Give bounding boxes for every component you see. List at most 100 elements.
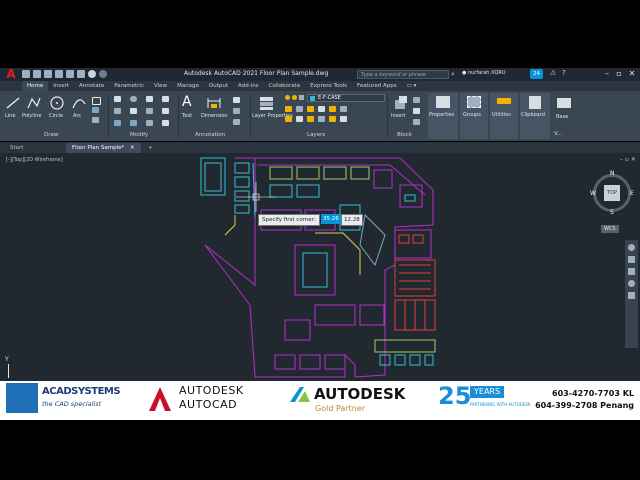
layer-on-icon[interactable] [285,95,290,100]
erase-icon[interactable] [162,96,169,102]
floor-plan-drawing[interactable] [195,155,445,379]
new-tab-icon[interactable]: + [142,143,159,153]
layer-thaw-icon[interactable] [329,116,336,122]
pan-icon[interactable] [628,256,635,263]
base-tool[interactable]: Base V... [552,93,578,139]
explode-icon[interactable] [162,108,169,114]
insert-button[interactable]: Insert [391,113,405,119]
layer-off-icon[interactable] [329,106,336,112]
tab-annotate[interactable]: Annotate [74,81,109,91]
ribbon-options-icon[interactable]: ▭ ▾ [402,81,422,91]
scale-icon[interactable] [130,120,137,126]
viewcube-north[interactable]: N [610,170,615,177]
utilities-tool[interactable]: Utilities [490,93,518,139]
save-icon[interactable] [44,70,52,78]
hatch-icon[interactable] [92,107,99,113]
table-icon[interactable] [233,108,240,114]
showmotion-icon[interactable] [628,292,635,299]
array-icon[interactable] [146,120,153,126]
layer-walk-icon[interactable] [340,106,347,112]
search-input[interactable]: Type a keyword or phrase [357,70,449,79]
tab-manage[interactable]: Manage [172,81,204,91]
autocad-logo-icon[interactable]: A [2,68,20,81]
edit-block-icon[interactable] [413,108,420,114]
layer-properties-button[interactable]: Layer Properties [252,113,293,119]
binoculars-icon[interactable]: ⌕ [451,70,455,79]
offset-icon[interactable] [162,120,169,126]
tab-home[interactable]: Home [22,81,49,91]
open-icon[interactable] [33,70,41,78]
tab-add-ins[interactable]: Add-ins [233,81,264,91]
layer-freeze-tool-icon[interactable] [285,116,292,122]
groups-tool[interactable]: Groups [460,93,488,139]
cart-icon[interactable]: ⚠ [550,69,556,77]
layer-isolate-icon[interactable] [307,106,314,112]
arc-icon[interactable] [71,96,87,110]
markup-icon[interactable] [233,119,240,125]
properties-tool[interactable]: Properties [428,93,458,139]
layer-freeze-icon[interactable] [292,95,297,100]
draw-panel-label[interactable]: Draw [44,132,58,138]
stretch-icon[interactable] [114,120,121,126]
layer-previous-icon[interactable] [296,106,303,112]
x-coordinate-input[interactable]: 35.26 [321,214,341,224]
undo-icon[interactable] [88,70,96,78]
layer-delete-icon[interactable] [318,116,325,122]
line-icon[interactable] [5,96,21,110]
move-icon[interactable] [114,96,121,102]
polyline-icon[interactable] [26,96,42,110]
tab-parametric[interactable]: Parametric [109,81,149,91]
wcs-menu[interactable]: WCS [601,225,619,233]
circle-icon[interactable] [49,96,65,110]
edit-attributes-icon[interactable] [413,119,420,125]
layer-merge-icon[interactable] [307,116,314,122]
layer-properties-icon[interactable] [258,95,276,111]
dimension-button[interactable]: Dimension [201,113,228,119]
circle-button[interactable]: Circle [49,113,63,119]
user-account[interactable]: ● nurfarah.XQRU [462,70,506,76]
layer-lock-tool-icon[interactable] [296,116,303,122]
layer-dropdown[interactable]: E-F-CASE [307,94,385,102]
trim-icon[interactable] [146,96,153,102]
insert-block-icon[interactable] [393,95,409,111]
view-panel-label[interactable]: V... [554,131,562,137]
viewcube-south[interactable]: S [610,209,614,216]
viewcube-top-face[interactable]: TOP [604,185,620,201]
orbit-icon[interactable] [628,280,635,287]
block-panel-label[interactable]: Block [397,132,412,138]
mirror-icon[interactable] [130,108,137,114]
steering-wheel-icon[interactable] [628,244,635,251]
tab-collaborate[interactable]: Collaborate [264,81,306,91]
clipboard-tool[interactable]: Clipboard [520,93,550,139]
rotate-icon[interactable] [130,96,137,102]
tab-featured-apps[interactable]: Featured Apps [352,81,402,91]
minimize-icon[interactable]: – [602,69,612,79]
dimension-icon[interactable] [206,96,222,110]
text-icon[interactable]: A [182,94,192,110]
annotation-panel-label[interactable]: Annotation [195,132,225,138]
tab-insert[interactable]: Insert [48,81,74,91]
restore-icon[interactable]: ▫ [614,69,624,79]
layers-panel-label[interactable]: Layers [307,132,325,138]
tab-floor-plan[interactable]: Floor Plan Sample* ✕ [66,143,141,153]
tab-output[interactable]: Output [204,81,233,91]
close-icon[interactable]: ✕ [627,69,637,79]
zoom-extents-icon[interactable] [628,268,635,275]
save-as-icon[interactable] [55,70,63,78]
tab-express-tools[interactable]: Express Tools [305,81,352,91]
fillet-icon[interactable] [146,108,153,114]
arc-button[interactable]: Arc [73,113,81,119]
rectangle-icon[interactable] [92,97,101,105]
modify-panel-label[interactable]: Modify [130,132,148,138]
layer-lock-icon[interactable] [299,95,304,100]
boundary-icon[interactable] [92,117,99,123]
text-button[interactable]: Text [182,113,192,119]
layer-unisolate-icon[interactable] [318,106,325,112]
create-block-icon[interactable] [413,97,420,103]
notification-badge[interactable]: 24 [530,69,543,79]
viewport-controls[interactable]: [-][Top][2D Wireframe] [6,157,63,163]
viewcube-east[interactable]: E [630,190,634,197]
viewcube-west[interactable]: W [590,190,596,197]
tab-view[interactable]: View [149,81,172,91]
new-icon[interactable] [22,70,30,78]
